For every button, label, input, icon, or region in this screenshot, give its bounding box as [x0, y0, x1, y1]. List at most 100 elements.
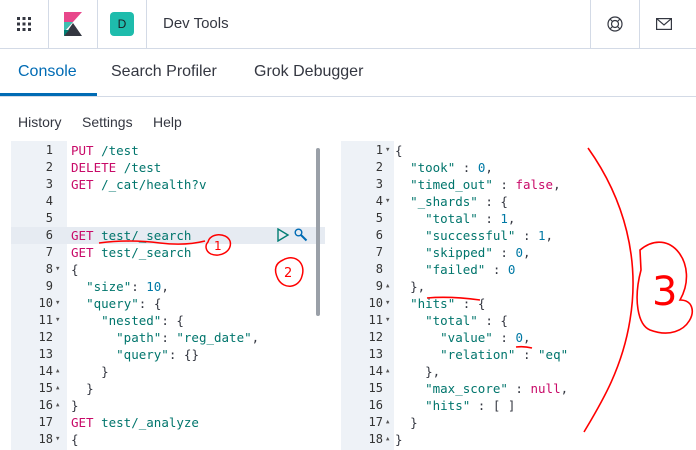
- response-output: 1 ▾{2 "took" : 0, 3 "timed_out" : false, 4 ▾…: [341, 141, 696, 450]
- fold-toggle-icon[interactable]: ▾: [55, 312, 60, 329]
- tab-grok-debugger[interactable]: Grok Debugger: [254, 63, 363, 81]
- code-text: "query": {: [86, 296, 162, 311]
- help-menu[interactable]: Help: [153, 114, 182, 130]
- code-text: "path": "reg_date",: [116, 330, 260, 345]
- code-line: 10 ▾ "hits" : {: [341, 295, 696, 312]
- code-line: 13 "relation" : "eq": [341, 346, 696, 363]
- line-number: 9: [45, 279, 53, 293]
- line-number: 8: [45, 262, 53, 276]
- fold-toggle-icon[interactable]: ▾: [385, 312, 390, 329]
- code-text: {: [71, 432, 79, 447]
- editor-scrollbar[interactable]: [316, 148, 320, 316]
- code-line[interactable]: 18 ▾ {: [11, 431, 325, 448]
- code-text: "query": {}: [116, 347, 199, 362]
- code-line: 17 ▴ }: [341, 414, 696, 431]
- line-number: 16: [38, 398, 53, 412]
- line-number: 5: [45, 211, 53, 225]
- fold-end-icon[interactable]: ▴: [385, 431, 390, 448]
- code-line: 3 "timed_out" : false,: [341, 176, 696, 193]
- fold-toggle-icon[interactable]: ▾: [55, 261, 60, 278]
- fold-end-icon[interactable]: ▴: [385, 363, 390, 380]
- line-number: 8: [375, 262, 383, 276]
- code-line[interactable]: 16 ▴}: [11, 397, 325, 414]
- fold-end-icon[interactable]: ▴: [55, 380, 60, 397]
- code-line[interactable]: 17 GET test/_analyze: [11, 414, 325, 431]
- mail-icon[interactable]: [640, 0, 688, 48]
- line-number: 12: [368, 330, 383, 344]
- code-line[interactable]: 9 "size": 10,: [11, 278, 325, 295]
- fold-toggle-icon[interactable]: ▾: [55, 431, 60, 448]
- code-line[interactable]: 11 ▾ "nested": {: [11, 312, 325, 329]
- fold-toggle-icon[interactable]: ▾: [385, 295, 390, 312]
- code-text: "_shards" : {: [410, 194, 508, 209]
- code-text: "nested": {: [101, 313, 184, 328]
- code-text: "hits" : [ ]: [425, 398, 516, 413]
- fold-toggle-icon[interactable]: ▾: [55, 295, 60, 312]
- code-text: "max_score" : null,: [425, 381, 569, 396]
- code-line[interactable]: 1 PUT /test: [11, 142, 325, 159]
- code-text: "value" : 0,: [440, 330, 531, 345]
- code-line[interactable]: 5: [11, 210, 325, 227]
- code-text: },: [410, 279, 426, 294]
- devtools-tabs: Console Search Profiler Grok Debugger: [0, 49, 696, 97]
- tab-console[interactable]: Console: [18, 63, 77, 81]
- code-line[interactable]: 14 ▴ }: [11, 363, 325, 380]
- fold-end-icon[interactable]: ▴: [385, 414, 390, 431]
- code-text: }: [71, 398, 79, 413]
- line-number: 10: [368, 296, 383, 310]
- code-line[interactable]: 7 GET test/_search: [11, 244, 325, 261]
- code-line[interactable]: 3 GET /_cat/health?v: [11, 176, 325, 193]
- settings-menu[interactable]: Settings: [82, 114, 133, 130]
- code-line[interactable]: 13 "query": {}: [11, 346, 325, 363]
- line-number: 10: [38, 296, 53, 310]
- wrench-icon[interactable]: [294, 228, 308, 242]
- code-text: DELETE /test: [71, 160, 162, 175]
- line-number: 9: [375, 279, 383, 293]
- code-line: 12 "value" : 0,: [341, 329, 696, 346]
- code-line: 1 ▾ {: [341, 142, 696, 159]
- line-number: 6: [45, 228, 53, 242]
- pane-resizer[interactable]: [328, 141, 340, 450]
- code-line: 14 ▴ },: [341, 363, 696, 380]
- line-number: 16: [368, 398, 383, 412]
- code-line[interactable]: 10 ▾ "query": {: [11, 295, 325, 312]
- line-number: 18: [368, 432, 383, 446]
- fold-end-icon[interactable]: ▴: [55, 363, 60, 380]
- apps-grid-icon[interactable]: [0, 0, 48, 48]
- code-line[interactable]: 4: [11, 193, 325, 210]
- line-number: 11: [38, 313, 53, 327]
- code-line[interactable]: 8 ▾ {: [11, 261, 325, 278]
- code-line[interactable]: 12 "path": "reg_date",: [11, 329, 325, 346]
- kibana-logo-icon[interactable]: [49, 0, 97, 48]
- help-icon[interactable]: [591, 0, 639, 48]
- line-number: 7: [45, 245, 53, 259]
- code-text: "failed" : 0: [425, 262, 516, 277]
- code-line: 4 ▾ "_shards" : {: [341, 193, 696, 210]
- fold-toggle-icon[interactable]: ▾: [385, 142, 390, 159]
- line-number: 14: [368, 364, 383, 378]
- tab-search-profiler[interactable]: Search Profiler: [111, 63, 217, 81]
- code-text: PUT /test: [71, 143, 139, 158]
- line-number: 13: [368, 347, 383, 361]
- code-line[interactable]: 15 ▴ }: [11, 380, 325, 397]
- line-number: 1: [375, 143, 383, 157]
- fold-end-icon[interactable]: ▴: [55, 397, 60, 414]
- fold-end-icon[interactable]: ▴: [385, 278, 390, 295]
- code-line: 11 ▾ "total" : {: [341, 312, 696, 329]
- request-editor[interactable]: 1 PUT /test 2 DELETE /test 3 GET /_cat/health…: [11, 141, 325, 450]
- code-text: "relation" : "eq": [440, 347, 569, 362]
- line-number: 1: [45, 143, 53, 157]
- line-number: 2: [375, 160, 383, 174]
- code-text: "hits" : {: [410, 296, 486, 311]
- line-number: 3: [45, 177, 53, 191]
- code-text: GET /_cat/health?v: [71, 177, 207, 192]
- space-selector[interactable]: D: [98, 0, 146, 48]
- line-number: 6: [375, 228, 383, 242]
- line-number: 17: [38, 415, 53, 429]
- code-text: }: [86, 381, 94, 396]
- code-line[interactable]: 2 DELETE /test: [11, 159, 325, 176]
- history-menu[interactable]: History: [18, 114, 62, 130]
- play-icon[interactable]: [276, 227, 290, 243]
- line-number: 18: [38, 432, 53, 446]
- fold-toggle-icon[interactable]: ▾: [385, 193, 390, 210]
